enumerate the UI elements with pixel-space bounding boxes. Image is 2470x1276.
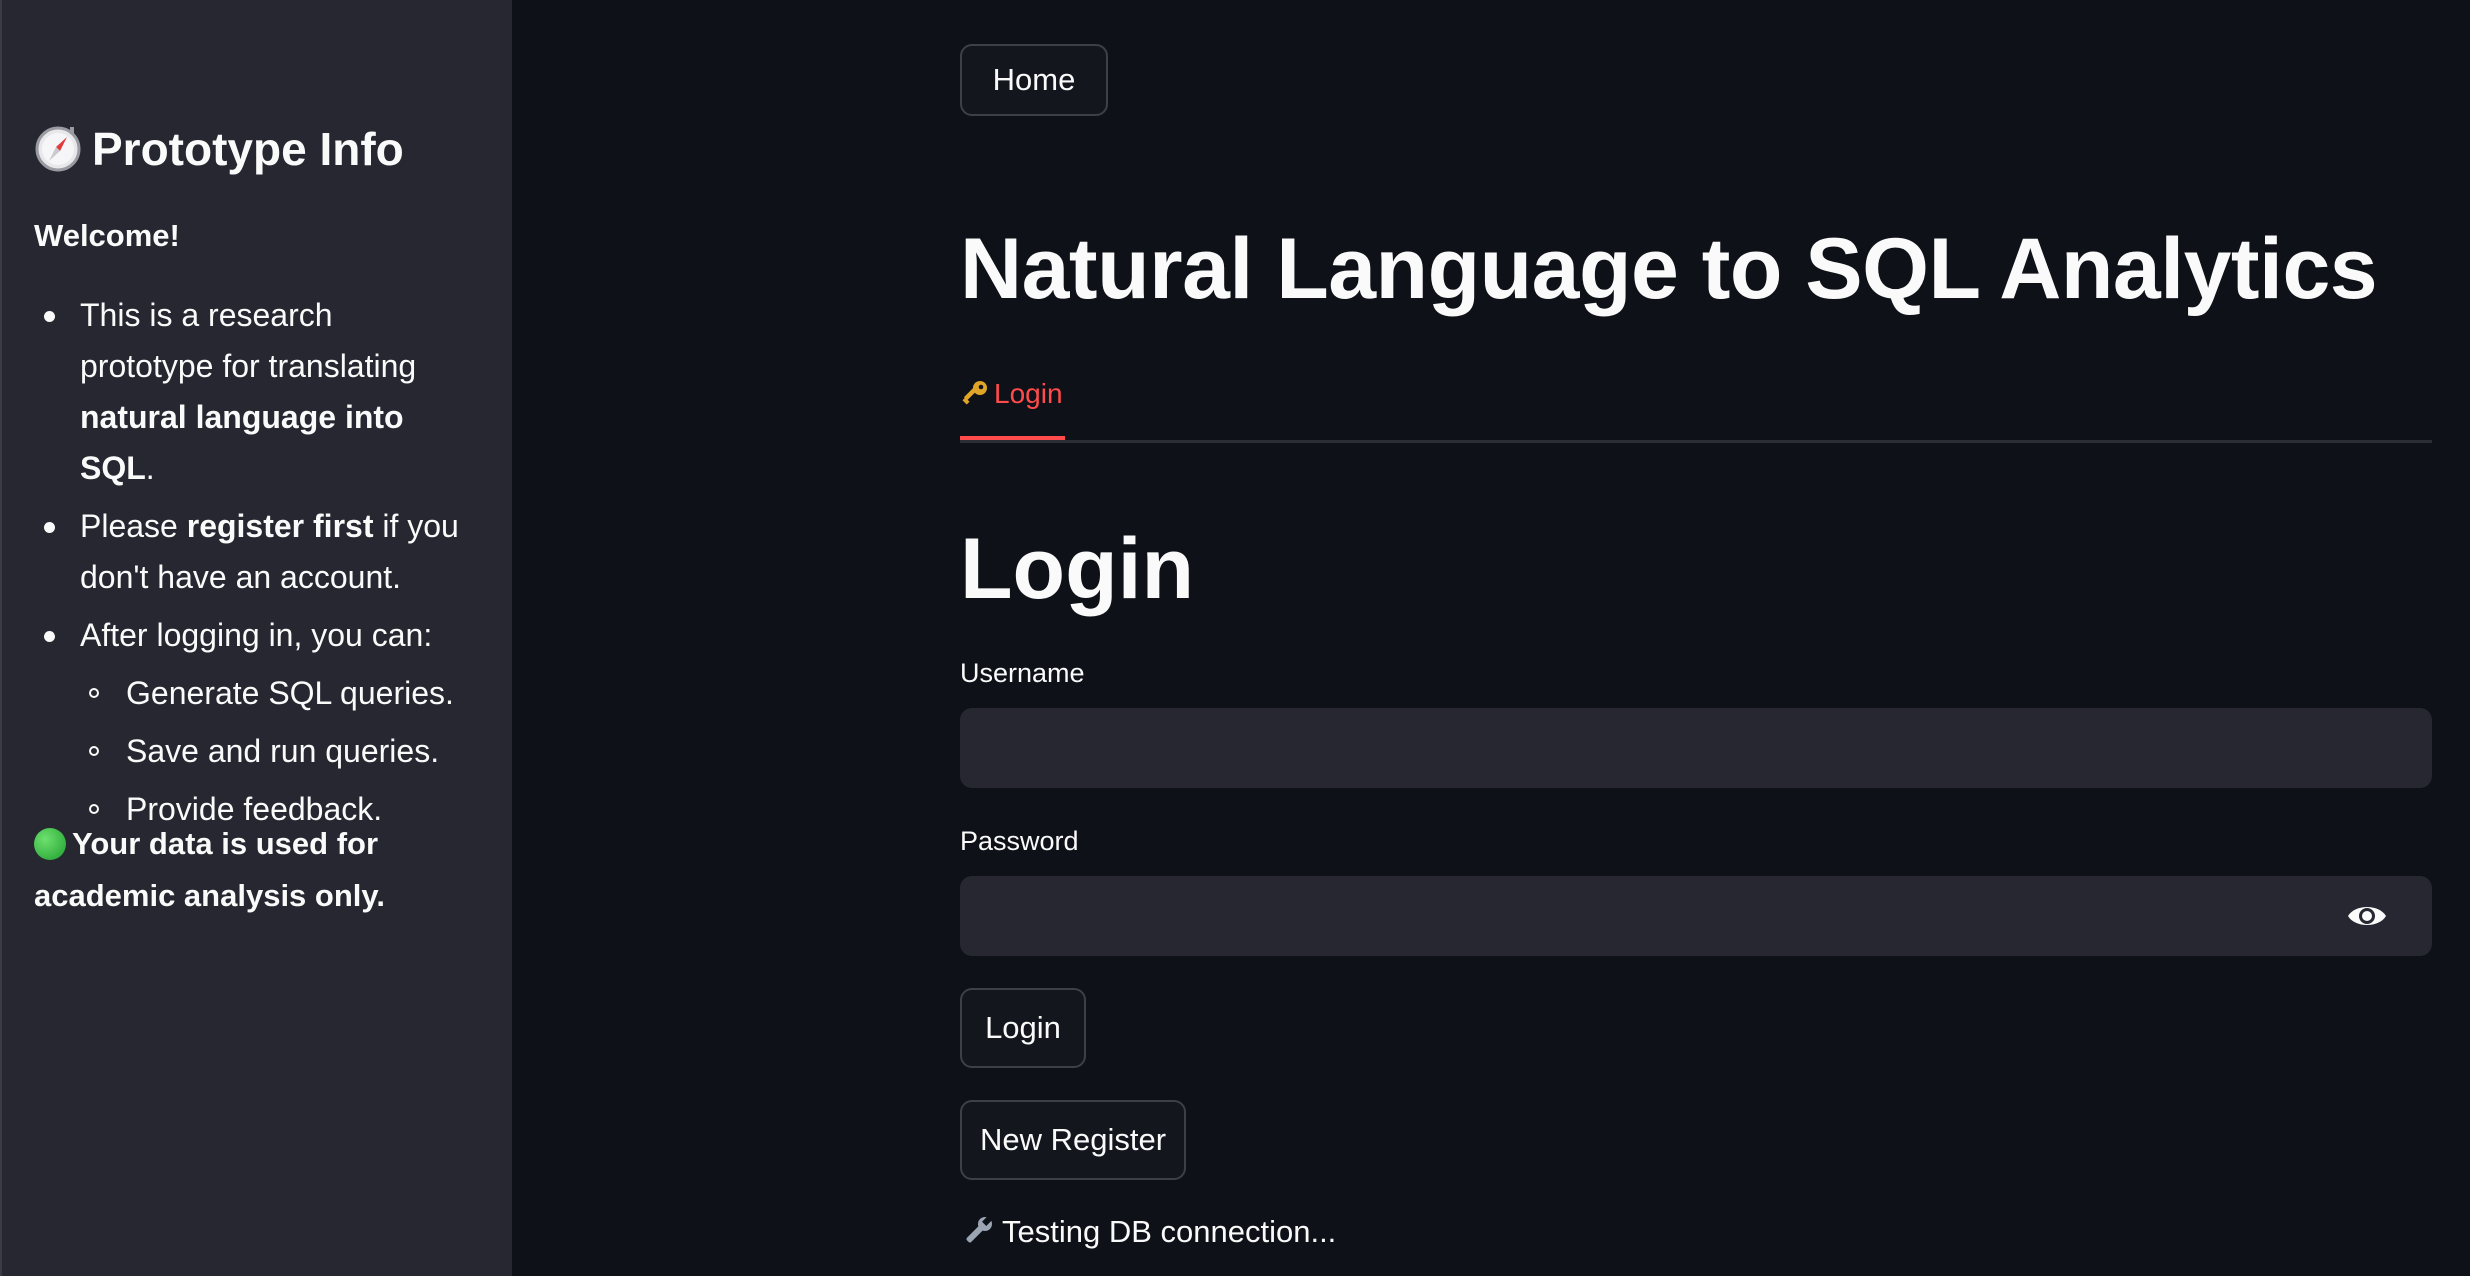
list-item: This is a research prototype for transla… — [34, 290, 474, 494]
main-content: Home Natural Language to SQL Analytics L… — [960, 0, 2432, 1276]
username-label: Username — [960, 658, 1085, 688]
privacy-note: Your data is used for academic analysis … — [34, 818, 474, 922]
sub-list-item: Generate SQL queries. — [34, 668, 474, 719]
tab-bar: Login — [960, 372, 2432, 443]
privacy-note-text: Your data is used for academic analysis … — [34, 826, 385, 913]
login-button[interactable]: Login — [960, 988, 1086, 1068]
status-text: Testing DB connection... — [1002, 1214, 1337, 1249]
wrench-icon — [966, 1216, 992, 1243]
list-item-text: . — [145, 450, 155, 486]
list-item: Please register first if you don't have … — [34, 501, 474, 603]
eye-icon[interactable] — [2346, 898, 2388, 934]
status-message: Testing DB connection... — [960, 1214, 1336, 1250]
list-item-text: After logging in, you can: — [80, 617, 433, 653]
page-title: Natural Language to SQL Analytics — [960, 221, 2378, 317]
new-register-button[interactable]: New Register — [960, 1100, 1186, 1180]
home-button[interactable]: Home — [960, 44, 1108, 116]
list-item-bold: register first — [186, 508, 374, 544]
list-item: After logging in, you can: — [34, 610, 474, 661]
sidebar-info-list: This is a research prototype for transla… — [34, 290, 474, 842]
sidebar-welcome: Welcome! — [34, 218, 180, 253]
password-input[interactable] — [960, 876, 2432, 956]
tab-login[interactable]: Login — [960, 378, 1065, 440]
sidebar: Prototype Info Welcome! This is a resear… — [0, 0, 512, 1276]
tab-login-label: Login — [994, 378, 1063, 409]
compass-icon — [35, 126, 81, 172]
sidebar-title: Prototype Info — [34, 122, 404, 176]
username-input[interactable] — [960, 708, 2432, 788]
key-icon — [962, 381, 987, 405]
sidebar-title-text: Prototype Info — [92, 123, 404, 175]
list-item-text: Please — [80, 508, 187, 544]
password-label: Password — [960, 826, 1079, 856]
list-item-bold: natural language into SQL — [80, 399, 404, 486]
login-heading: Login — [960, 521, 1195, 617]
list-item-text: This is a research prototype for transla… — [80, 297, 417, 384]
green-circle-icon — [34, 828, 66, 860]
sub-list-item: Save and run queries. — [34, 726, 474, 777]
